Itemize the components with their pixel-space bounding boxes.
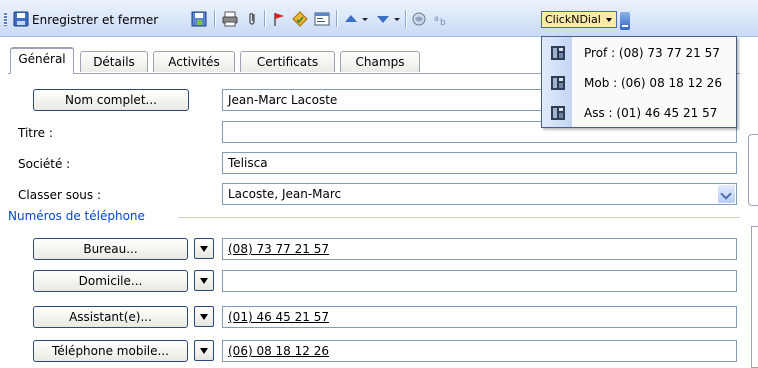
clickndial-label: ClickNDial — [545, 13, 601, 26]
next-item-icon[interactable] — [375, 11, 391, 27]
company-label: Société : — [18, 157, 71, 171]
business-phone-field[interactable]: (08) 73 77 21 57 — [222, 238, 737, 260]
file-as-select[interactable]: Lacoste, Jean-Marc — [222, 183, 737, 205]
phone-numbers-group-label: Numéros de téléphone — [8, 209, 145, 223]
business-phone-button[interactable]: Bureau... — [33, 238, 188, 260]
group-divider — [178, 217, 740, 218]
tab-fields[interactable]: Champs — [340, 51, 420, 72]
contact-card-icon[interactable] — [314, 11, 330, 27]
mobile-phone-button[interactable]: Téléphone mobile... — [33, 340, 188, 362]
menu-item-prof[interactable]: Prof : (08) 73 77 21 57 — [542, 39, 736, 67]
phone-type-dropdown[interactable] — [194, 340, 214, 361]
menu-item-label: Mob : (06) 08 18 12 26 — [584, 76, 722, 90]
file-as-label: Classer sous : — [18, 188, 102, 202]
phone-button-label: Domicile... — [78, 274, 143, 288]
company-field[interactable]: Telisca — [222, 152, 737, 174]
toolbar-separator — [336, 10, 338, 27]
chevron-down-icon[interactable] — [393, 11, 401, 27]
tab-general[interactable]: Général — [10, 47, 74, 74]
svg-text:a: a — [434, 14, 439, 23]
tab-label: Détails — [93, 55, 135, 69]
tab-label: Activités — [168, 55, 220, 69]
save-and-close-button[interactable]: Enregistrer et fermer — [32, 13, 158, 27]
home-phone-button[interactable]: Domicile... — [33, 270, 188, 292]
addresses-frame — [751, 226, 758, 368]
tab-label: Champs — [355, 55, 405, 69]
save-floppy-icon[interactable] — [191, 11, 207, 27]
categorize-icon[interactable] — [292, 11, 308, 27]
full-name-button-label: Nom complet... — [65, 93, 157, 107]
phone-type-dropdown[interactable] — [194, 306, 214, 327]
check-names-icon[interactable]: a b — [433, 11, 453, 27]
menu-item-label: Prof : (08) 73 77 21 57 — [584, 46, 720, 60]
menu-item-mob[interactable]: Mob : (06) 08 18 12 26 — [542, 69, 736, 97]
tab-details[interactable]: Détails — [80, 51, 148, 72]
home-phone-field[interactable] — [222, 270, 737, 292]
toolbar-separator — [264, 10, 266, 27]
caret-down-icon — [606, 18, 612, 22]
svg-text:b: b — [440, 18, 446, 27]
tab-label: Général — [18, 52, 66, 66]
clickndial-menu-button[interactable]: ClickNDial — [541, 11, 617, 28]
toolbar-options-icon[interactable] — [620, 12, 630, 30]
tab-certificates[interactable]: Certificats — [240, 51, 335, 72]
phone-type-dropdown[interactable] — [194, 238, 214, 259]
attachment-icon[interactable] — [244, 11, 260, 27]
phone-type-dropdown[interactable] — [194, 270, 214, 291]
phone-icon — [551, 106, 565, 120]
full-name-field[interactable]: Jean-Marc Lacoste — [222, 89, 552, 111]
tab-label: Certificats — [256, 55, 319, 69]
phone-button-label: Assistant(e)... — [69, 310, 152, 324]
chevron-down-icon[interactable] — [361, 11, 369, 27]
phone-value: (06) 08 18 12 26 — [228, 344, 329, 358]
menu-item-label: Ass : (01) 46 45 21 57 — [584, 106, 718, 120]
phone-button-label: Bureau... — [83, 242, 138, 256]
phone-value: (08) 73 77 21 57 — [228, 242, 329, 256]
address-book-icon[interactable] — [411, 11, 427, 27]
toolbar: Enregistrer et fermer a b ClickNDial — [0, 0, 758, 37]
menu-item-ass[interactable]: Ass : (01) 46 45 21 57 — [542, 99, 736, 127]
phone-value: (01) 46 45 21 57 — [228, 310, 329, 324]
file-as-value: Lacoste, Jean-Marc — [228, 187, 342, 201]
toolbar-separator — [214, 10, 216, 27]
contact-photo-frame — [748, 134, 758, 206]
assistant-phone-field[interactable]: (01) 46 45 21 57 — [222, 306, 737, 328]
phone-icon — [551, 46, 565, 60]
chevron-down-icon[interactable] — [718, 185, 735, 203]
flag-icon[interactable] — [271, 11, 287, 27]
print-icon[interactable] — [222, 11, 238, 27]
phone-icon — [551, 76, 565, 90]
title-label: Titre : — [18, 126, 53, 140]
save-icon[interactable] — [13, 11, 29, 27]
assistant-phone-button[interactable]: Assistant(e)... — [33, 306, 188, 328]
previous-item-icon[interactable] — [343, 11, 359, 27]
full-name-button[interactable]: Nom complet... — [33, 89, 189, 111]
toolbar-grip[interactable] — [4, 12, 7, 26]
phone-button-label: Téléphone mobile... — [52, 344, 169, 358]
clickndial-dropdown-menu: Prof : (08) 73 77 21 57 Mob : (06) 08 18… — [541, 36, 737, 128]
mobile-phone-field[interactable]: (06) 08 18 12 26 — [222, 340, 737, 362]
tab-activities[interactable]: Activités — [153, 51, 235, 72]
toolbar-separator — [405, 10, 407, 27]
